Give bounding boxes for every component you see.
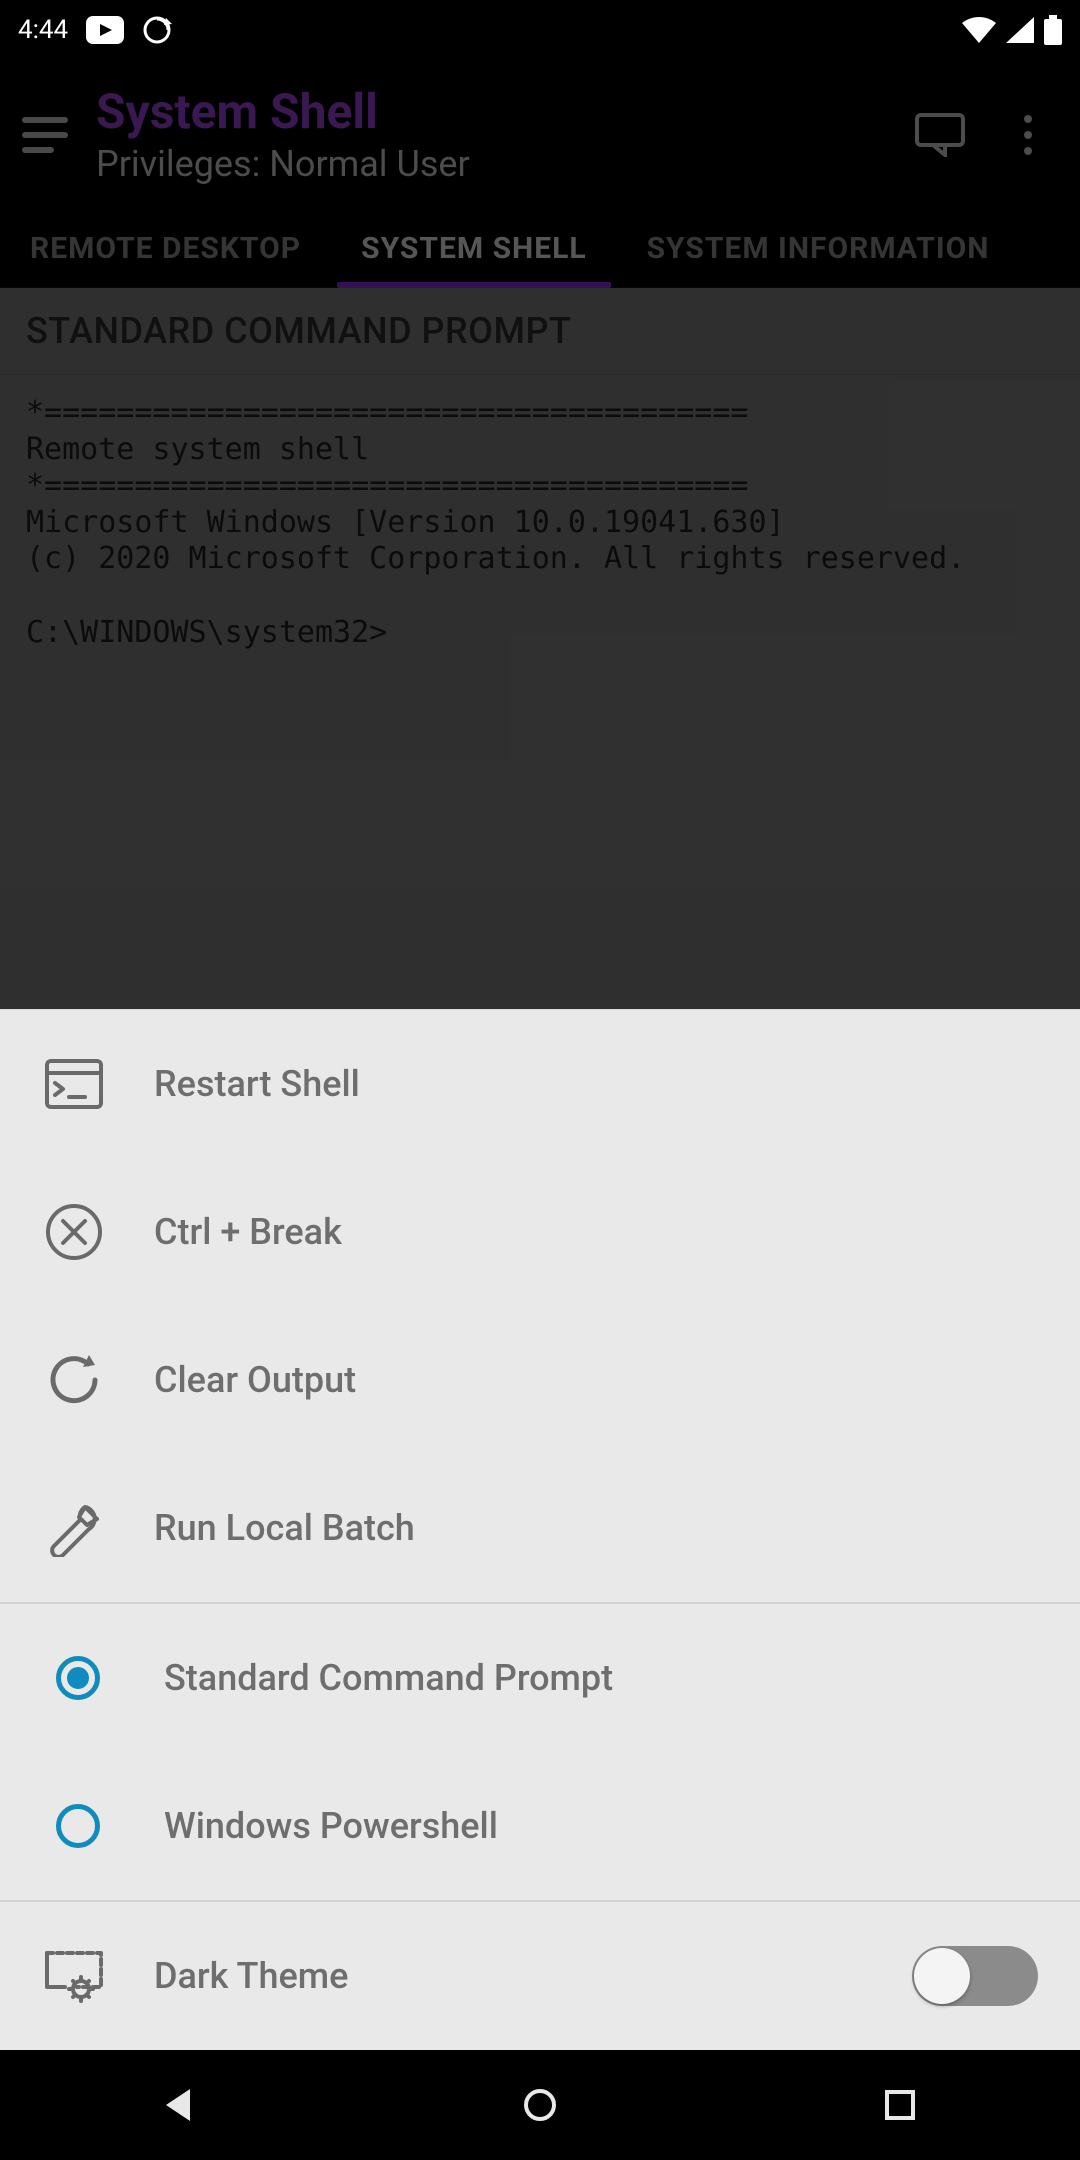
menu-label: Ctrl + Break [154,1211,342,1253]
tab-system-shell[interactable]: SYSTEM SHELL [331,210,616,287]
back-button[interactable] [135,2060,225,2150]
page-subtitle: Privileges: Normal User [96,145,470,185]
cell-signal-icon [1006,17,1034,43]
menu-label: Dark Theme [154,1955,348,1997]
bottom-sheet: Restart Shell Ctrl + Break Clear Output … [0,1009,1080,2050]
menu-label: Standard Command Prompt [164,1657,613,1699]
menu-icon[interactable] [22,117,68,153]
display-settings-icon [42,1944,106,2008]
chat-icon[interactable] [910,105,970,165]
menu-clear-output[interactable]: Clear Output [0,1306,1080,1454]
title-block: System Shell Privileges: Normal User [96,86,470,184]
menu-label: Restart Shell [154,1063,360,1105]
tab-remote-desktop[interactable]: REMOTE DESKTOP [0,210,331,287]
menu-standard-cmd[interactable]: Standard Command Prompt [0,1604,1080,1752]
refresh-icon [42,1348,106,1412]
overflow-icon[interactable] [998,105,1058,165]
android-status-bar: 4:44 [0,0,1080,60]
terminal-output[interactable]: *=======================================… [0,375,1080,1015]
recents-button[interactable] [855,2060,945,2150]
radio-unselected-icon [56,1804,100,1848]
wifi-icon [962,17,996,43]
youtube-icon [86,16,124,44]
menu-label: Clear Output [154,1359,356,1401]
menu-restart-shell[interactable]: Restart Shell [0,1010,1080,1158]
menu-label: Windows Powershell [164,1805,498,1847]
app-bar: System Shell Privileges: Normal User [0,60,1080,210]
radio-selected-icon [56,1656,100,1700]
cancel-circle-icon [42,1200,106,1264]
page-title: System Shell [96,86,470,139]
section-header: STANDARD COMMAND PROMPT [0,288,1080,375]
battery-icon [1044,15,1062,45]
tab-system-information[interactable]: SYSTEM INFORMATION [617,210,1020,287]
dark-theme-switch[interactable] [912,1946,1038,2006]
status-time: 4:44 [18,15,68,45]
terminal-icon [42,1052,106,1116]
menu-dark-theme[interactable]: Dark Theme [0,1902,1080,2050]
tab-bar: REMOTE DESKTOP SYSTEM SHELL SYSTEM INFOR… [0,210,1080,288]
menu-ctrl-break[interactable]: Ctrl + Break [0,1158,1080,1306]
menu-label: Run Local Batch [154,1507,415,1549]
home-button[interactable] [495,2060,585,2150]
android-nav-bar [0,2050,1080,2160]
menu-powershell[interactable]: Windows Powershell [0,1752,1080,1900]
menu-run-local-batch[interactable]: Run Local Batch [0,1454,1080,1602]
sync-icon [142,15,172,45]
wrench-icon [42,1496,106,1560]
